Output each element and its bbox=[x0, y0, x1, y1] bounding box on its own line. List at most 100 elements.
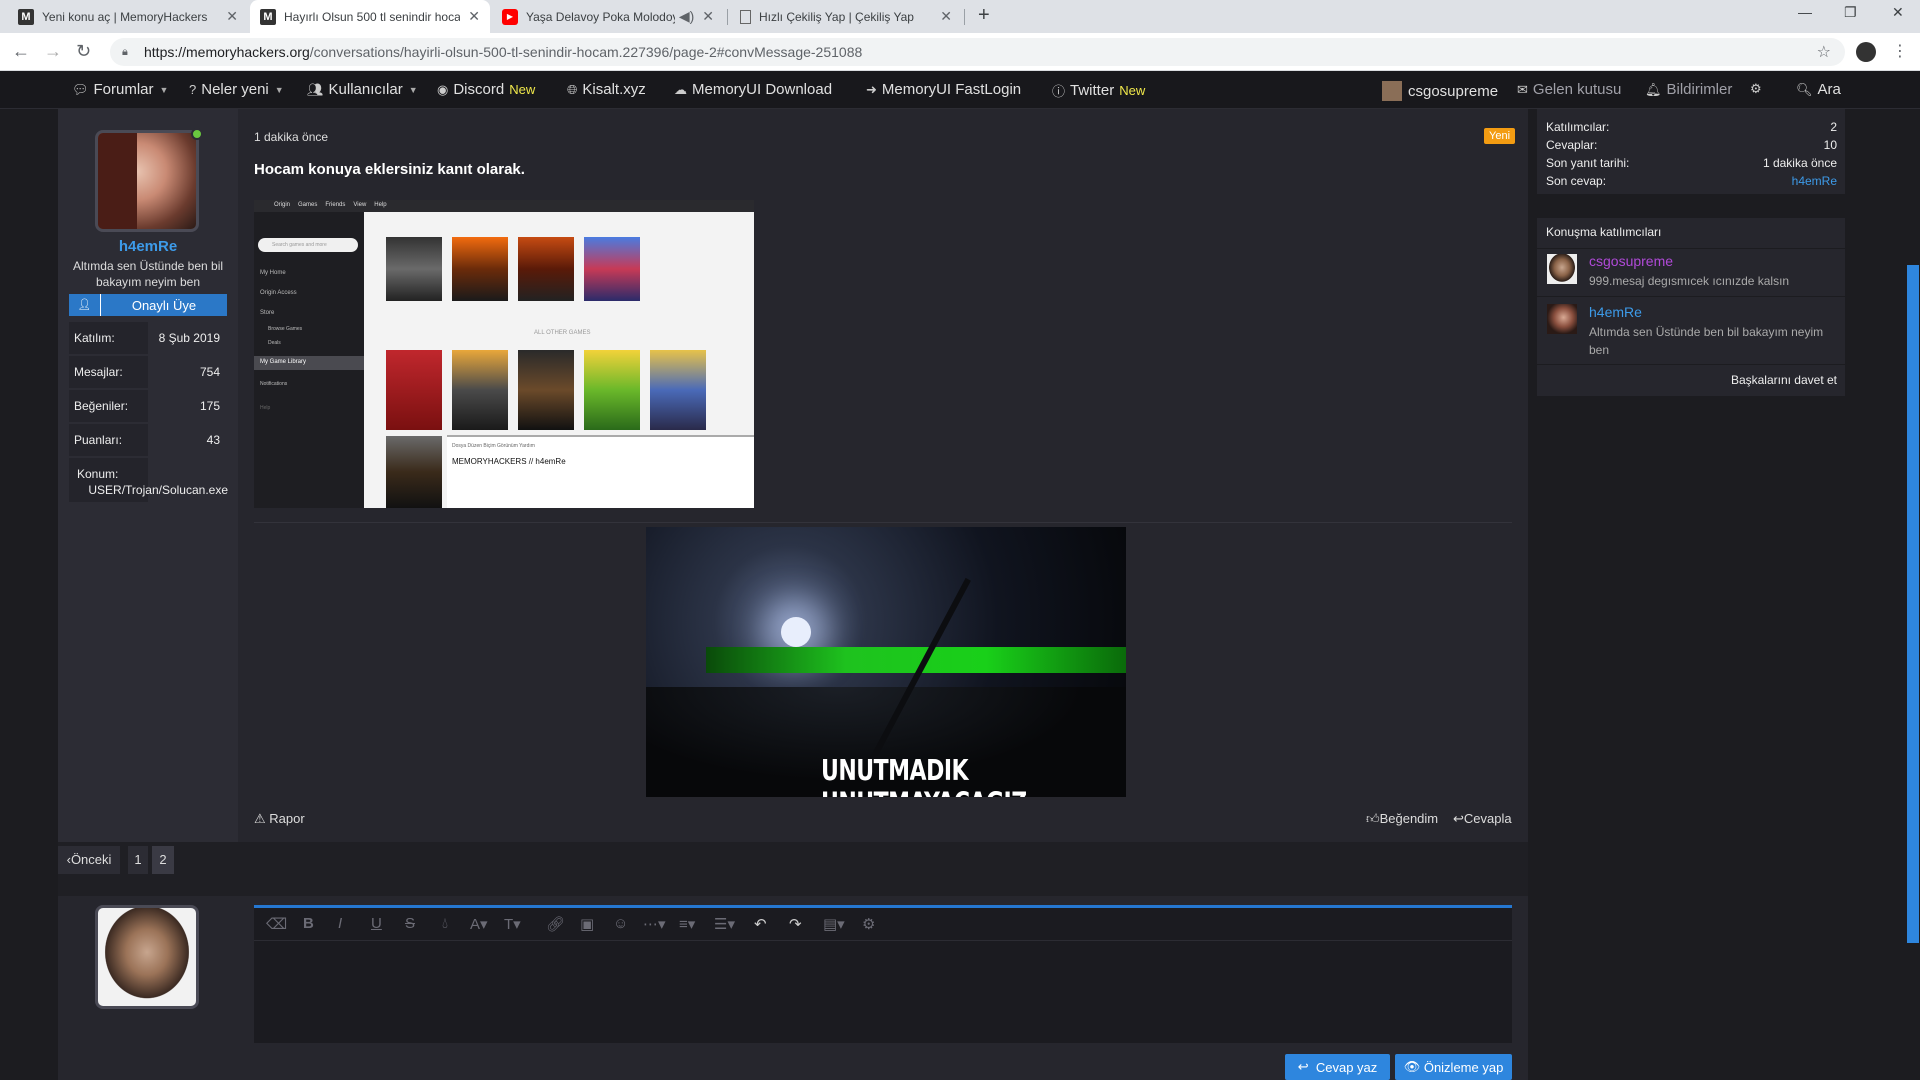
undo-icon[interactable]: ↶ bbox=[754, 915, 767, 933]
participant-avatar[interactable] bbox=[1547, 304, 1577, 334]
nav-memoryui-download[interactable]: ☁ MemoryUI Download bbox=[674, 81, 832, 98]
gear-icon[interactable]: ⚙ bbox=[862, 915, 875, 933]
list-icon[interactable]: ☰▾ bbox=[714, 915, 735, 933]
participant-title: 999.mesaj degısmıcek ıcınızde kalsın bbox=[1589, 274, 1790, 288]
cloud-download-icon: ☁ bbox=[674, 81, 687, 97]
pager-page-2[interactable]: 2 bbox=[152, 846, 174, 874]
close-icon[interactable]: ✕ bbox=[468, 8, 480, 25]
nav-forumlar[interactable]: 💬︎ Forumlar ▼ bbox=[72, 81, 168, 98]
bold-icon[interactable]: B bbox=[303, 915, 314, 932]
eraser-icon[interactable]: ⌫ bbox=[266, 915, 287, 933]
underline-icon[interactable]: U bbox=[371, 915, 382, 932]
scrollbar-thumb[interactable] bbox=[1907, 265, 1919, 943]
nav-settings[interactable]: ⚙ bbox=[1750, 81, 1767, 97]
nav-label: Bildirimler bbox=[1666, 81, 1733, 98]
like-button[interactable]: 👍︎Beğendim bbox=[1366, 811, 1438, 827]
save-draft-icon[interactable]: ▤▾ bbox=[823, 915, 845, 933]
participant-name[interactable]: csgosupreme bbox=[1589, 253, 1673, 269]
location-label: Konum: bbox=[77, 467, 119, 481]
post-timestamp[interactable]: 1 dakika önce bbox=[254, 130, 328, 144]
preview-button[interactable]: 👁︎ Önizleme yap bbox=[1395, 1054, 1512, 1080]
menu-item: Help bbox=[374, 202, 387, 208]
game-cover bbox=[452, 237, 508, 301]
tab-title: Yeni konu aç | MemoryHackers bbox=[42, 9, 208, 24]
caret-down-icon: ▼ bbox=[159, 84, 169, 95]
game-cover bbox=[584, 350, 640, 430]
submit-reply-button[interactable]: ↩ Cevap yaz bbox=[1285, 1054, 1390, 1080]
browser-tab-2[interactable]: M Hayırlı Olsun 500 tl senindir hoca ✕ bbox=[250, 0, 490, 33]
link-icon[interactable]: 🔗︎ bbox=[546, 915, 565, 933]
reply-label: Cevapla bbox=[1463, 811, 1512, 826]
close-icon[interactable]: ✕ bbox=[702, 8, 714, 25]
smiley-icon[interactable]: ☺ bbox=[613, 915, 628, 932]
nav-kisalt[interactable]: 🌐︎ Kisalt.xyz bbox=[567, 81, 646, 98]
report-link[interactable]: ⚠ Rapor bbox=[254, 811, 305, 827]
mute-icon[interactable]: ◀) bbox=[679, 8, 694, 25]
profile-avatar[interactable] bbox=[1856, 42, 1876, 62]
strikethrough-icon[interactable]: S bbox=[405, 915, 415, 932]
document-icon bbox=[740, 9, 751, 24]
side-item: Origin Access bbox=[260, 290, 297, 296]
author-name[interactable]: h4emRe bbox=[58, 238, 238, 255]
nav-inbox[interactable]: ✉ Gelen kutusu bbox=[1517, 81, 1621, 98]
discord-icon: ◉ bbox=[437, 81, 449, 97]
current-user-avatar[interactable] bbox=[95, 905, 199, 1009]
tab-separator bbox=[727, 9, 728, 25]
side-item: Notifications bbox=[260, 381, 288, 387]
info-value-link[interactable]: h4emRe bbox=[1792, 174, 1837, 188]
new-tab-plus-icon[interactable]: + bbox=[978, 4, 990, 27]
reload-icon[interactable]: ↻ bbox=[76, 41, 91, 62]
nav-alerts[interactable]: 🔔︎ Bildirimler bbox=[1645, 81, 1732, 98]
pager-page-1[interactable]: 1 bbox=[128, 846, 148, 874]
menu-item: Origin bbox=[274, 202, 291, 208]
image-icon[interactable]: ▣ bbox=[580, 915, 594, 933]
font-size-icon[interactable]: A▾ bbox=[470, 915, 488, 933]
sign-in-icon: ➜ bbox=[866, 81, 877, 97]
url-field[interactable]: 🔒︎ https://memoryhackers.org/conversatio… bbox=[110, 38, 1845, 66]
kebab-menu-icon[interactable]: ⋮ bbox=[1892, 41, 1908, 61]
game-cover bbox=[452, 350, 508, 430]
bell-icon: 🔔︎ bbox=[1645, 81, 1662, 97]
align-icon[interactable]: ≡▾ bbox=[679, 915, 695, 933]
author-avatar[interactable] bbox=[95, 130, 199, 232]
info-label: Son yanıt tarihi: bbox=[1546, 156, 1630, 170]
nav-neler-yeni[interactable]: ? Neler yeni ▼ bbox=[189, 81, 284, 98]
bookmark-star-icon[interactable]: ☆ bbox=[1817, 42, 1831, 62]
pager-area bbox=[58, 842, 1528, 896]
font-family-icon[interactable]: T▾ bbox=[504, 915, 521, 933]
close-icon[interactable]: ✕ bbox=[226, 8, 238, 25]
attached-gif[interactable]: UNUTMADIK UNUTMAYACAGIZ. bbox=[646, 527, 1126, 797]
more-icon[interactable]: ⋯▾ bbox=[643, 915, 666, 933]
browser-tab-3[interactable]: ▶ Yaşa Delavoy Poka Molodoy ◀) ✕ bbox=[492, 0, 724, 33]
italic-icon[interactable]: I bbox=[338, 915, 342, 932]
nav-discord[interactable]: ◉ Discord New bbox=[437, 81, 535, 98]
redo-icon[interactable]: ↷ bbox=[789, 915, 802, 933]
window-close-icon[interactable]: ✕ bbox=[1892, 4, 1904, 21]
participant-title: Altımda sen Üstünde ben bil bakayım neyi… bbox=[1589, 325, 1824, 357]
color-icon[interactable]: 💧︎ bbox=[442, 915, 448, 932]
restore-icon[interactable]: ❐ bbox=[1844, 4, 1857, 21]
reply-link[interactable]: ↩Cevapla bbox=[1453, 811, 1512, 827]
user-banner: 👤︎ Onaylı Üye bbox=[69, 294, 227, 316]
game-cover bbox=[518, 350, 574, 430]
new-badge: Yeni bbox=[1484, 128, 1516, 144]
forward-arrow-icon[interactable]: → bbox=[44, 41, 62, 62]
nav-account[interactable]: csgosupreme bbox=[1382, 81, 1498, 101]
minimize-icon[interactable]: — bbox=[1798, 4, 1812, 20]
side-item: My Game Library bbox=[260, 359, 307, 365]
stat-likes: Beğeniler: 175 bbox=[74, 392, 220, 420]
pager-prev[interactable]: ‹Önceki bbox=[58, 846, 120, 874]
nav-memoryui-fastlogin[interactable]: ➜ MemoryUI FastLogin bbox=[866, 81, 1021, 98]
participants-block bbox=[1537, 218, 1845, 396]
invite-others-link[interactable]: Başkalarını davet et bbox=[1537, 373, 1837, 387]
nav-twitter[interactable]: ⓘ Twitter New bbox=[1052, 81, 1145, 100]
attached-screenshot[interactable]: Origin Games Friends View Help Search ga… bbox=[254, 200, 754, 508]
browser-tab-4[interactable]: Hızlı Çekiliş Yap | Çekiliş Yap ✕ bbox=[730, 0, 962, 33]
participant-avatar[interactable] bbox=[1547, 254, 1577, 284]
close-icon[interactable]: ✕ bbox=[940, 8, 952, 25]
browser-tab-1[interactable]: M Yeni konu aç | MemoryHackers ✕ bbox=[8, 0, 248, 33]
participant-name[interactable]: h4emRe bbox=[1589, 304, 1642, 320]
nav-kullanicilar[interactable]: 👥︎ Kullanıcılar ▼ bbox=[307, 81, 418, 98]
nav-search[interactable]: 🔍︎ Ara bbox=[1796, 81, 1841, 98]
back-arrow-icon[interactable]: ← bbox=[12, 41, 30, 62]
